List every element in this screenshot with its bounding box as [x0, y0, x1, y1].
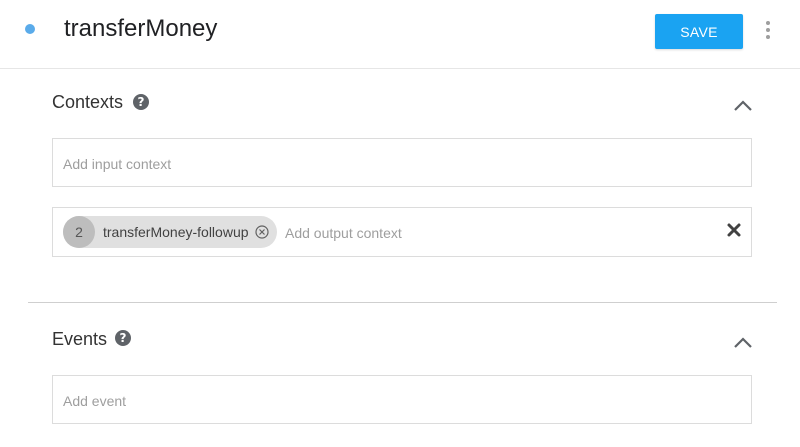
events-section-title[interactable]: Events — [52, 328, 107, 350]
output-context-placeholder: Add output context — [285, 225, 402, 241]
events-collapse-chevron-up-icon[interactable] — [733, 335, 753, 349]
context-lifespan-badge[interactable]: 2 — [63, 216, 95, 248]
chip-remove-icon[interactable] — [254, 225, 269, 239]
output-context-chip[interactable]: 2 transferMoney-followup — [63, 216, 277, 248]
output-context-field[interactable]: 2 transferMoney-followup Add output cont… — [52, 207, 752, 257]
contexts-collapse-chevron-up-icon[interactable] — [733, 98, 753, 112]
more-vert-icon[interactable] — [760, 17, 776, 43]
input-context-field[interactable]: Add input context — [52, 138, 752, 187]
intent-name-title[interactable]: transferMoney — [64, 14, 217, 44]
intent-header: transferMoney SAVE — [0, 0, 800, 69]
input-context-placeholder: Add input context — [63, 156, 172, 172]
section-divider — [28, 302, 777, 303]
save-button[interactable]: SAVE — [655, 14, 743, 49]
event-input-field[interactable]: Add event — [52, 375, 752, 424]
contexts-help-icon[interactable]: ? — [133, 94, 149, 110]
event-input-placeholder: Add event — [63, 393, 127, 409]
clear-output-contexts-close-icon[interactable] — [726, 222, 742, 238]
contexts-section-title[interactable]: Contexts — [52, 91, 123, 113]
output-context-name: transferMoney-followup — [103, 224, 249, 240]
status-dot — [25, 24, 35, 34]
events-help-icon[interactable]: ? — [115, 330, 131, 346]
